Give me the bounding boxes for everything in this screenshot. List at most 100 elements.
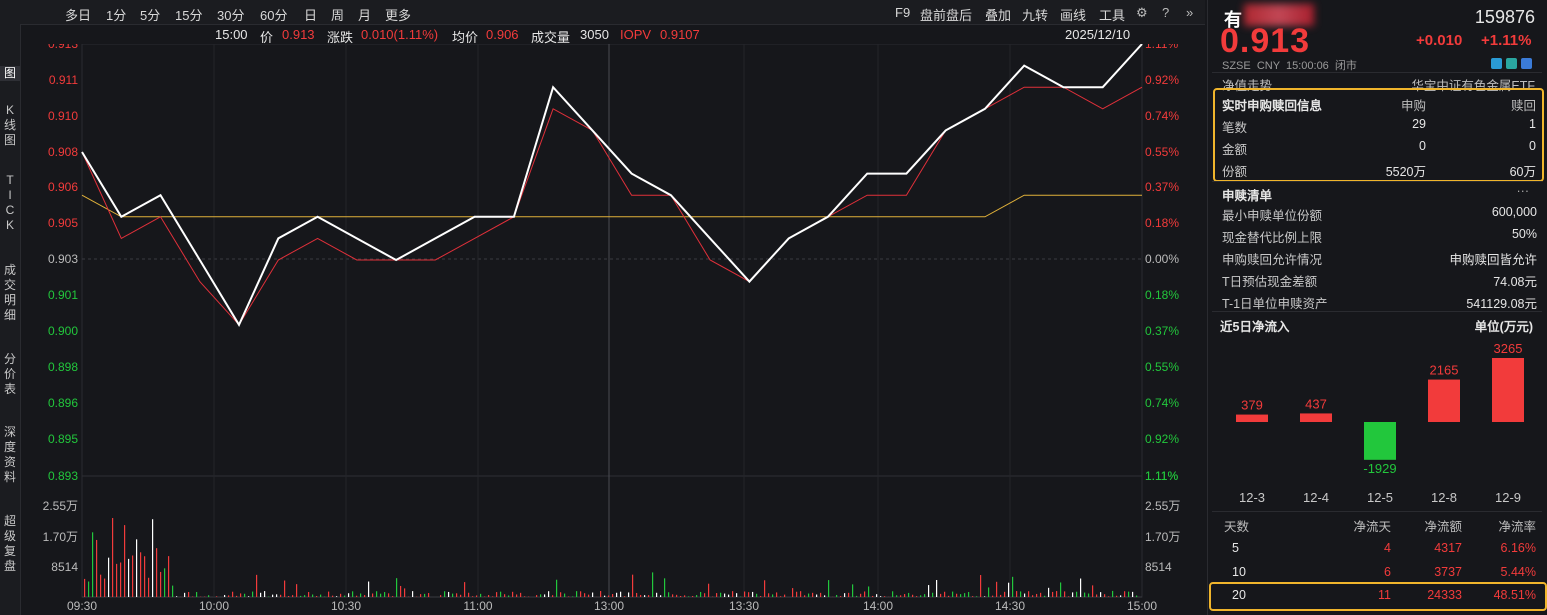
volume-bar xyxy=(608,595,610,597)
volume-bar xyxy=(388,593,390,597)
y-right-label-2: 0.74% xyxy=(1145,109,1179,123)
volume-bar xyxy=(492,596,494,597)
netflow-bar-12-8 xyxy=(1428,379,1460,422)
y-right-label-1: 0.92% xyxy=(1145,73,1179,87)
volume-bar xyxy=(1036,593,1038,597)
intraday-chart[interactable]: 0.913 0.911 0.910 0.908 0.906 0.905 0.903 0.901… xyxy=(20,44,1205,615)
list-row-value: 74.08元 xyxy=(1493,275,1537,289)
period-9[interactable]: 更多 xyxy=(385,5,411,24)
info-vol: 3050 xyxy=(580,27,609,42)
volume-bar xyxy=(248,596,250,597)
volume-bar xyxy=(452,593,454,597)
volume-bar xyxy=(764,580,766,597)
chart-toolbar: 多日 1分 5分 15分 30分 60分日周月更多 F9 盘前盘后 叠加 九转 画线 工具 ⚙? » xyxy=(20,0,1205,25)
netflow-value-12-4: 437 xyxy=(1305,396,1327,411)
volume-bar xyxy=(716,593,718,597)
volume-bar xyxy=(932,592,934,597)
y-left-label-8: 0.900 xyxy=(48,324,78,338)
volume-bar xyxy=(124,525,126,597)
volume-bar xyxy=(152,519,154,597)
volume-bar xyxy=(392,596,394,597)
volume-bar xyxy=(428,593,430,597)
summary-inflow-days: 4 xyxy=(1384,541,1391,555)
volume-bar xyxy=(1048,587,1050,597)
volume-bar xyxy=(852,584,854,597)
period-0[interactable]: 多日 xyxy=(65,5,91,24)
period-3[interactable]: 15分 xyxy=(175,5,202,24)
x-label-3: 11:00 xyxy=(463,599,492,613)
list-row-label: T-1日单位申赎资产 xyxy=(1222,297,1328,311)
tool-1[interactable]: 盘前盘后 xyxy=(920,5,972,24)
period-5[interactable]: 60分 xyxy=(260,5,287,24)
view-tab-2[interactable]: T I C K xyxy=(0,173,20,233)
info-iopv-label: IOPV xyxy=(620,27,652,42)
view-tab-3[interactable]: 成 交 明 细 xyxy=(0,263,20,323)
gear-icon[interactable]: ⚙ xyxy=(1136,5,1148,21)
realtime-title: 实时申购赎回信息 xyxy=(1222,99,1323,113)
netflow-date-12-5: 12-5 xyxy=(1367,490,1393,505)
period-2[interactable]: 5分 xyxy=(140,5,160,24)
netflow-date-12-9: 12-9 xyxy=(1495,490,1521,505)
period-6[interactable]: 日 xyxy=(304,5,317,24)
y-left-label-6: 0.903 xyxy=(48,252,78,266)
y-left-label-11: 0.895 xyxy=(48,432,78,446)
period-8[interactable]: 月 xyxy=(358,5,371,24)
volume-bar xyxy=(440,595,442,597)
volume-bar xyxy=(356,595,358,597)
double-chevron-right-icon[interactable]: » xyxy=(1186,5,1193,20)
y-right-label-7: 0.18% xyxy=(1145,288,1179,302)
link-icon[interactable] xyxy=(1491,58,1502,69)
y-left-label-10: 0.896 xyxy=(48,396,78,410)
summary-header-3: 净流率 xyxy=(1498,520,1536,534)
volume-bar xyxy=(100,574,102,597)
volume-bar xyxy=(516,594,518,597)
netflow-bar-chart: 379 12-3 437 12-4 -1929 12-5 2165 12-8 3265 12-9 xyxy=(1236,341,1524,505)
tool-2[interactable]: 叠加 xyxy=(985,5,1011,24)
tool-4[interactable]: 画线 xyxy=(1060,5,1086,24)
volume-bar xyxy=(548,591,550,597)
period-7[interactable]: 周 xyxy=(331,5,344,24)
help-icon[interactable]: ? xyxy=(1162,5,1169,20)
volume-bar xyxy=(92,532,94,597)
tool-3[interactable]: 九转 xyxy=(1022,5,1048,24)
edit-icon[interactable] xyxy=(1506,58,1517,69)
realtime-row-redeem: 0 xyxy=(1529,139,1536,153)
info-time: 15:00 xyxy=(215,27,248,42)
period-4[interactable]: 30分 xyxy=(217,5,244,24)
summary-header-2: 净流额 xyxy=(1424,520,1462,534)
volume-bar xyxy=(1040,592,1042,597)
realtime-row-redeem: 60万 xyxy=(1509,165,1536,179)
volume-bar xyxy=(624,596,626,597)
view-tab-6[interactable]: 超 级 复 盘 xyxy=(0,514,20,574)
view-tab-4[interactable]: 分 价 表 xyxy=(0,352,20,397)
x-label-0: 09:30 xyxy=(67,599,97,613)
volume-bar xyxy=(572,596,574,597)
info-avg: 0.906 xyxy=(486,27,519,42)
list-more-button[interactable]: ··· xyxy=(1517,184,1530,198)
tool-0[interactable]: F9 xyxy=(895,5,910,20)
list-row-label: T日预估现金差额 xyxy=(1222,275,1318,289)
tool-5[interactable]: 工具 xyxy=(1099,5,1125,24)
x-label-1: 10:00 xyxy=(199,599,229,613)
volume-bar xyxy=(984,596,986,597)
volume-bar xyxy=(940,593,942,597)
volume-bar xyxy=(1016,591,1018,597)
volume-bar xyxy=(640,594,642,597)
volume-bar xyxy=(960,594,962,597)
volume-bar xyxy=(464,582,466,597)
panel-icon[interactable] xyxy=(1521,58,1532,69)
view-tab-0[interactable]: 图 xyxy=(0,66,20,81)
view-tab-5[interactable]: 深 度 资 料 xyxy=(0,425,20,485)
list-row-label: 现金替代比例上限 xyxy=(1222,231,1323,245)
y-left-label-0: 0.913 xyxy=(48,44,78,51)
period-1[interactable]: 1分 xyxy=(106,5,126,24)
volume-bar xyxy=(1080,578,1082,597)
volume-bar xyxy=(1112,590,1114,597)
view-tab-1[interactable]: K 线 图 xyxy=(0,103,20,148)
info-iopv: 0.9107 xyxy=(660,27,700,42)
realtime-col-subscribe: 申购 xyxy=(1400,99,1426,113)
volume-bar xyxy=(1056,591,1058,597)
volume-bar xyxy=(828,580,830,597)
volume-bar xyxy=(304,595,306,597)
volume-bar xyxy=(604,595,606,597)
